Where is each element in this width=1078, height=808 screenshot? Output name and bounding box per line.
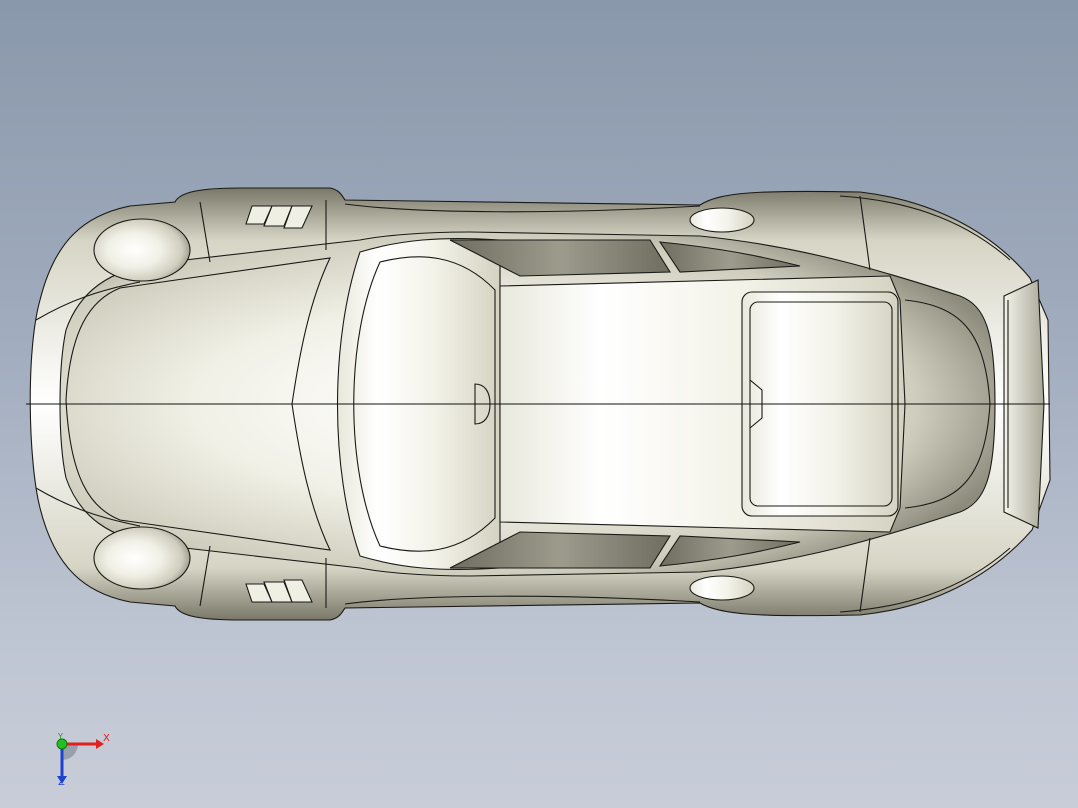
headlight-left xyxy=(93,218,191,282)
graphics-viewport[interactable]: X Y Z xyxy=(0,0,1078,808)
x-axis-label: X xyxy=(103,733,110,744)
car-model[interactable] xyxy=(0,0,1078,808)
headlight-right xyxy=(93,526,191,590)
car-body xyxy=(26,187,1051,621)
y-axis-label: Y xyxy=(58,732,63,741)
axis-triad: X Y Z xyxy=(48,728,118,794)
z-axis-label: Z xyxy=(58,777,65,788)
